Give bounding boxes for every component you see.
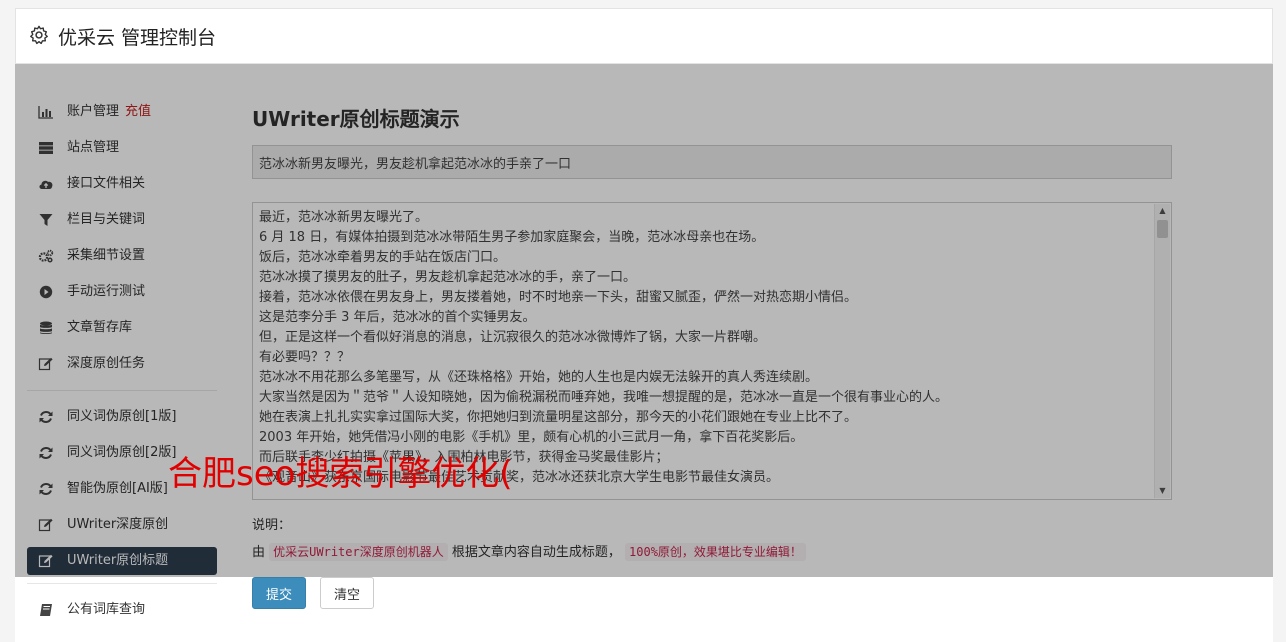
article-line: 范冰冰摸了摸男友的肚子，男友趁机拿起范冰冰的手，亲了一口。 xyxy=(259,270,637,285)
sidebar-item-label: 采集细节设置 xyxy=(67,248,146,263)
main-panel: 账户管理 充值 站点管理 接口文件相关 栏目与关键词 采集细节设置 手动运行测试… xyxy=(15,64,1273,642)
scroll-up-icon[interactable]: ▲ xyxy=(1155,204,1170,218)
article-line: 2003 年开始，她凭借冯小刚的电影《手机》里，颇有心机的小三武月一角，拿下百花… xyxy=(259,430,804,445)
notes-prefix: 由 xyxy=(252,545,266,560)
sidebar: 账户管理 充值 站点管理 接口文件相关 栏目与关键词 采集细节设置 手动运行测试… xyxy=(27,94,217,628)
sidebar-item-columns-keywords[interactable]: 栏目与关键词 xyxy=(27,202,217,238)
clear-button[interactable]: 清空 xyxy=(320,577,374,609)
article-line: 这是范李分手 3 年后，范冰冰的首个实锤男友。 xyxy=(259,310,536,325)
article-line: 有必要吗？？？ xyxy=(259,350,351,365)
scroll-down-icon[interactable]: ▼ xyxy=(1155,484,1170,498)
article-line: 饭后，范冰冰牵着男友的手站在饭店门口。 xyxy=(259,250,507,265)
sidebar-item-account[interactable]: 账户管理 充值 xyxy=(27,94,217,130)
sidebar-item-article-storage[interactable]: 文章暂存库 xyxy=(27,310,217,346)
sidebar-item-label: 手动运行测试 xyxy=(67,284,146,299)
sidebar-item-label: 智能伪原创[AI版] xyxy=(67,481,168,496)
article-line: 但，正是这样一个看似好消息的消息，让沉寂很久的范冰冰微博炸了锅，大家一片群嘲。 xyxy=(259,330,767,345)
article-line: 6 月 18 日，有媒体拍摄到范冰冰带陌生男子参加家庭聚会，当晚，范冰冰母亲也在… xyxy=(259,230,765,245)
notes-robot-name: 优采云UWriter深度原创机器人 xyxy=(269,543,448,561)
sidebar-item-deep-original[interactable]: 深度原创任务 xyxy=(27,346,217,382)
generated-title-field[interactable] xyxy=(252,145,1172,179)
sidebar-item-label: UWriter原创标题 xyxy=(67,553,169,568)
notes-highlight: 100%原创，效果堪比专业编辑！ xyxy=(625,543,806,561)
sidebar-item-collect-settings[interactable]: 采集细节设置 xyxy=(27,238,217,274)
filter-icon xyxy=(38,213,54,227)
sidebar-item-uwriter-deep[interactable]: UWriter深度原创 xyxy=(27,507,217,543)
notes-middle: 根据文章内容自动生成标题， xyxy=(451,545,621,560)
sidebar-item-label: 账户管理 xyxy=(67,104,120,119)
bar-chart-icon xyxy=(38,105,54,119)
content-heading: UWriter原创标题演示 xyxy=(252,107,460,131)
sidebar-item-label: UWriter深度原创 xyxy=(67,517,169,532)
notes-label: 说明： xyxy=(252,518,292,533)
article-line: 她在表演上扎扎实实拿过国际大奖，你把她归到流量明星这部分，那今天的小花们跟她在专… xyxy=(259,410,858,425)
recharge-link[interactable]: 充值 xyxy=(125,104,151,119)
sidebar-divider xyxy=(27,583,217,584)
sidebar-item-public-lexicon[interactable]: 公有词库查询 xyxy=(27,592,217,628)
edit-icon xyxy=(38,518,54,532)
sidebar-item-uwriter-title[interactable]: UWriter原创标题 xyxy=(27,547,217,575)
sidebar-item-label: 同义词伪原创[1版] xyxy=(67,409,177,424)
edit-icon xyxy=(38,554,54,568)
database-icon xyxy=(38,321,54,335)
submit-button[interactable]: 提交 xyxy=(252,577,306,609)
sidebar-item-label: 接口文件相关 xyxy=(67,176,146,191)
refresh-icon xyxy=(38,446,54,460)
sidebar-item-synonym-v1[interactable]: 同义词伪原创[1版] xyxy=(27,399,217,435)
article-line: 最近，范冰冰新男友曝光了。 xyxy=(259,210,429,225)
sidebar-item-label: 文章暂存库 xyxy=(67,320,133,335)
article-line: 范冰冰不用花那么多笔墨写，从《还珠格格》开始，她的人生也是内娱无法躲开的真人秀连… xyxy=(259,370,819,385)
sidebar-item-interface-files[interactable]: 接口文件相关 xyxy=(27,166,217,202)
sidebar-item-manual-run[interactable]: 手动运行测试 xyxy=(27,274,217,310)
refresh-icon xyxy=(38,410,54,424)
top-header: 优采云 管理控制台 xyxy=(15,8,1273,64)
book-icon xyxy=(38,603,54,617)
article-line: 接着，范冰冰依偎在男友身上，男友搂着她，时不时地亲一下头，甜蜜又腻歪，俨然一对热… xyxy=(259,290,858,305)
sidebar-item-label: 站点管理 xyxy=(67,140,120,155)
gears-icon xyxy=(38,249,54,263)
server-icon xyxy=(38,141,54,155)
scroll-thumb[interactable] xyxy=(1157,220,1168,238)
notes-text: 由 优采云UWriter深度原创机器人 根据文章内容自动生成标题， 100%原创… xyxy=(252,541,806,561)
sidebar-item-label: 公有词库查询 xyxy=(67,602,146,617)
cloud-upload-icon xyxy=(38,177,54,191)
play-circle-icon xyxy=(38,285,54,299)
sidebar-item-label: 栏目与关键词 xyxy=(67,212,146,227)
watermark-text: 合肥seo搜索引擎优化( xyxy=(168,454,513,494)
gear-icon xyxy=(30,25,48,45)
sidebar-item-label: 同义词伪原创[2版] xyxy=(67,445,177,460)
edit-icon xyxy=(38,357,54,371)
sidebar-item-sites[interactable]: 站点管理 xyxy=(27,130,217,166)
page-title: 优采云 管理控制台 xyxy=(58,27,217,49)
content-area: UWriter原创标题演示 最近，范冰冰新男友曝光了。 6 月 18 日，有媒体拍… xyxy=(252,104,1172,609)
article-line: 大家当然是因为＂范爷＂人设知晓她，因为偷税漏税而唾弃她，我唯一想提醒的是，范冰冰… xyxy=(259,390,949,405)
notes: 说明： 由 优采云UWriter深度原创机器人 根据文章内容自动生成标题， 10… xyxy=(252,514,806,561)
textarea-scrollbar[interactable]: ▲ ▼ xyxy=(1154,204,1170,498)
refresh-icon xyxy=(38,482,54,496)
sidebar-divider xyxy=(27,390,217,391)
sidebar-item-label: 深度原创任务 xyxy=(67,356,146,371)
